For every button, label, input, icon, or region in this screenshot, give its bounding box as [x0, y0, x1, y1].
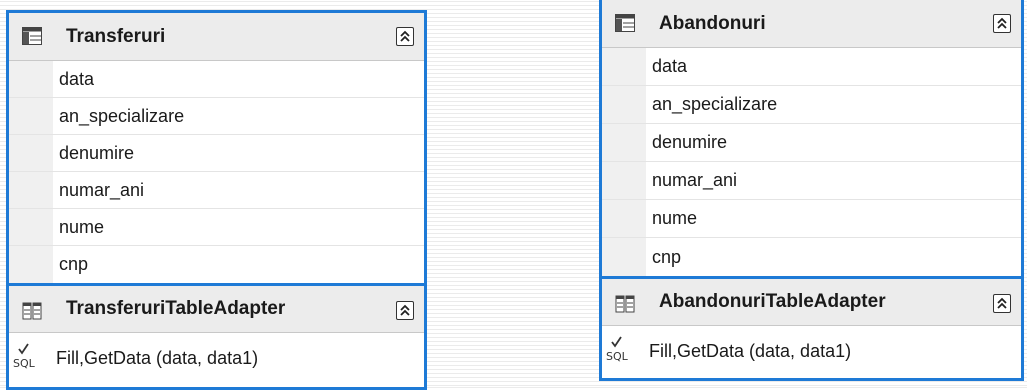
collapse-chevron-icon: [400, 304, 410, 316]
adapter-query-row[interactable]: SQL Fill,GetData (data, data1): [9, 333, 424, 383]
adapter-title: AbandonuriTableAdapter: [659, 291, 886, 312]
column-row[interactable]: denumire: [9, 135, 424, 172]
svg-text:SQL: SQL: [13, 357, 36, 369]
table-header[interactable]: Transferuri: [9, 13, 424, 61]
svg-text:SQL: SQL: [606, 350, 629, 362]
column-name: nume: [59, 216, 105, 237]
column-name: data: [59, 68, 95, 89]
collapse-button[interactable]: [396, 27, 414, 46]
column-name: numar_ani: [652, 170, 738, 190]
row-gutter: [9, 135, 53, 171]
column-name: cnp: [59, 254, 89, 274]
adapter-query: Fill,GetData (data, data1): [649, 340, 852, 361]
row-gutter: [602, 86, 646, 123]
row-gutter: [9, 98, 53, 134]
collapse-button[interactable]: [993, 14, 1011, 33]
column-name: numar_ani: [59, 179, 145, 200]
column-row[interactable]: data: [602, 48, 1021, 86]
sql-query-icon: SQL: [13, 343, 36, 369]
table-adapter-icon: [615, 295, 635, 313]
column-list: data an_specializare denumire numar_ani …: [9, 61, 424, 283]
transferuri-table[interactable]: Transferuri data an_specializare denumir…: [6, 10, 427, 390]
table-title: Transferuri: [66, 25, 166, 47]
row-gutter: [602, 124, 646, 161]
adapter-title: TransferuriTableAdapter: [66, 298, 286, 319]
table-title: Abandonuri: [659, 12, 766, 34]
sql-query-icon: SQL: [606, 336, 629, 362]
column-row[interactable]: nume: [9, 209, 424, 246]
row-gutter: [602, 162, 646, 199]
column-name: an_specializare: [652, 94, 778, 114]
abandonuri-table[interactable]: Abandonuri data an_specializare denumire…: [599, 0, 1024, 381]
table-icon: [615, 14, 635, 32]
table-header[interactable]: Abandonuri: [602, 0, 1021, 48]
column-name: denumire: [59, 142, 135, 163]
row-gutter: [602, 238, 646, 276]
column-row[interactable]: data: [9, 61, 424, 98]
table-adapter-icon: [22, 302, 42, 320]
adapter-query: Fill,GetData (data, data1): [56, 347, 259, 368]
column-row[interactable]: nume: [602, 200, 1021, 238]
column-name: data: [652, 56, 688, 76]
collapse-button[interactable]: [993, 294, 1011, 313]
column-name: nume: [652, 208, 698, 228]
column-row[interactable]: numar_ani: [9, 172, 424, 209]
collapse-chevron-icon: [997, 17, 1007, 29]
table-icon: [22, 27, 42, 45]
collapse-chevron-icon: [997, 297, 1007, 309]
column-row[interactable]: cnp: [602, 238, 1021, 276]
column-row[interactable]: cnp: [9, 246, 424, 283]
collapse-chevron-icon: [400, 30, 410, 42]
column-name: denumire: [652, 132, 728, 152]
column-name: an_specializare: [59, 105, 185, 126]
column-name: cnp: [652, 246, 682, 267]
column-row[interactable]: denumire: [602, 124, 1021, 162]
adapter-header[interactable]: AbandonuriTableAdapter: [602, 276, 1021, 326]
row-gutter: [9, 172, 53, 208]
row-gutter: [602, 200, 646, 237]
row-gutter: [9, 209, 53, 245]
adapter-header[interactable]: TransferuriTableAdapter: [9, 283, 424, 333]
row-gutter: [9, 61, 53, 97]
column-row[interactable]: an_specializare: [602, 86, 1021, 124]
column-list: data an_specializare denumire numar_ani …: [602, 48, 1021, 276]
column-row[interactable]: numar_ani: [602, 162, 1021, 200]
row-gutter: [9, 246, 53, 283]
row-gutter: [602, 48, 646, 85]
collapse-button[interactable]: [396, 301, 414, 320]
column-row[interactable]: an_specializare: [9, 98, 424, 135]
adapter-query-row[interactable]: SQL Fill,GetData (data, data1): [602, 326, 1021, 376]
